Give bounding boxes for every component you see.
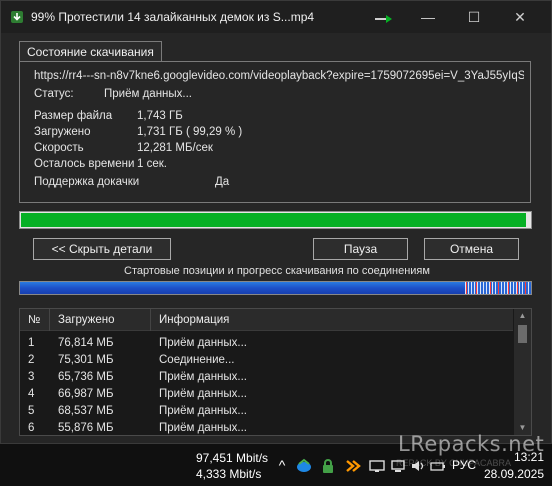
upload-speed: 97,451 Mbit/s xyxy=(196,451,269,465)
watermark-text: LRepacks.net xyxy=(398,432,545,456)
pause-button[interactable]: Пауза xyxy=(313,238,408,260)
cell-downloaded: 65,736 МБ xyxy=(58,371,114,383)
status-value: Приём данных... xyxy=(104,88,192,100)
cell-info: Приём данных... xyxy=(159,405,247,417)
hide-details-button[interactable]: << Скрыть детали xyxy=(33,238,171,260)
filesize-label: Размер файла xyxy=(34,110,113,122)
cell-info: Приём данных... xyxy=(159,422,247,434)
title-bar[interactable]: 99% Протестили 14 залайканных демок из S… xyxy=(1,1,551,33)
cell-num: 3 xyxy=(28,371,35,383)
table-row[interactable]: 5 68,537 МБ Приём данных... xyxy=(20,403,513,420)
cell-num: 6 xyxy=(28,422,35,434)
remaining-value: 1 сек. xyxy=(137,158,167,170)
cell-downloaded: 75,301 МБ xyxy=(58,354,114,366)
filesize-value: 1,743 ГБ xyxy=(137,110,183,122)
download-progress-icon xyxy=(375,15,392,23)
downloaded-value: 1,731 ГБ ( 99,29 % ) xyxy=(137,126,243,138)
table-row[interactable]: 3 65,736 МБ Приём данных... xyxy=(20,369,513,386)
connection-marker xyxy=(466,282,467,294)
table-row[interactable]: 1 76,814 МБ Приём данных... xyxy=(20,335,513,352)
minimize-icon: — xyxy=(421,9,435,25)
table-scrollbar[interactable]: ▲ ▼ xyxy=(514,309,531,435)
download-window: 99% Протестили 14 залайканных демок из S… xyxy=(0,0,552,444)
lock-icon[interactable] xyxy=(320,458,336,474)
window-title: 99% Протестили 14 залайканных демок из S… xyxy=(31,10,315,24)
cell-info: Приём данных... xyxy=(159,337,247,349)
cell-info: Приём данных... xyxy=(159,388,247,400)
cell-info: Приём данных... xyxy=(159,371,247,383)
clock-date[interactable]: 28.09.2025 xyxy=(484,467,544,481)
cell-downloaded: 66,987 МБ xyxy=(58,388,114,400)
speed-value: 12,281 МБ/сек xyxy=(137,142,213,154)
idm-tray-icon[interactable] xyxy=(296,458,312,474)
cell-downloaded: 76,814 МБ xyxy=(58,337,114,349)
download-progress-bar xyxy=(19,211,532,229)
idm-app-icon xyxy=(11,11,23,23)
connections-table[interactable]: № Загружено Информация 1 76,814 МБ Приём д… xyxy=(19,308,532,436)
table-row[interactable]: 4 66,987 МБ Приём данных... xyxy=(20,386,513,403)
cell-info: Соединение... xyxy=(159,354,235,366)
watermark-subtext: REPACK BY CHUPACABRA xyxy=(396,458,512,468)
connections-progress-bar xyxy=(19,281,532,295)
close-icon: ✕ xyxy=(514,8,526,25)
resume-label: Поддержка докачки xyxy=(34,176,140,188)
connection-marker xyxy=(498,282,499,294)
resume-value: Да xyxy=(215,176,230,188)
close-button[interactable]: ✕ xyxy=(497,1,543,33)
connection-marker xyxy=(490,282,491,294)
cell-num: 5 xyxy=(28,405,35,417)
cell-num: 1 xyxy=(28,337,35,349)
cell-num: 2 xyxy=(28,354,35,366)
app-tray-icon[interactable] xyxy=(345,458,361,474)
speed-label: Скорость xyxy=(34,142,84,154)
remaining-label: Осталось времени xyxy=(34,158,135,170)
connection-marker xyxy=(476,282,477,294)
cell-downloaded: 68,537 МБ xyxy=(58,405,114,417)
status-panel: https://rr4---sn-n8v7kne6.googlevideo.co… xyxy=(19,61,531,203)
tab-download-status[interactable]: Состояние скачивания xyxy=(19,41,162,62)
minimize-button[interactable]: — xyxy=(405,1,451,33)
cell-num: 4 xyxy=(28,388,35,400)
downloaded-label: Загружено xyxy=(34,126,91,138)
table-header: № Загружено Информация xyxy=(20,309,513,331)
download-speed: 4,333 Mbit/s xyxy=(196,467,262,481)
maximize-icon: ☐ xyxy=(467,8,481,25)
status-label: Статус: xyxy=(34,88,74,100)
header-info[interactable]: Информация xyxy=(151,309,513,331)
connection-marker xyxy=(508,282,509,294)
progress-fill xyxy=(21,213,527,227)
cell-downloaded: 55,876 МБ xyxy=(58,422,114,434)
download-url: https://rr4---sn-n8v7kne6.googlevideo.co… xyxy=(34,70,524,82)
scroll-thumb[interactable] xyxy=(518,325,527,343)
display-icon[interactable] xyxy=(369,458,385,474)
connections-label: Стартовые позиции и прогресс скачивания … xyxy=(124,265,430,277)
header-downloaded[interactable]: Загружено xyxy=(50,309,151,331)
show-hidden-icons-chevron-icon[interactable]: ^ xyxy=(274,457,290,473)
maximize-button[interactable]: ☐ xyxy=(451,1,497,33)
connection-marker xyxy=(525,282,526,294)
header-num[interactable]: № xyxy=(20,309,50,331)
scroll-up-icon[interactable]: ▲ xyxy=(514,309,531,323)
connection-marker xyxy=(517,282,518,294)
cancel-button[interactable]: Отмена xyxy=(424,238,519,260)
table-row[interactable]: 2 75,301 МБ Соединение... xyxy=(20,352,513,369)
